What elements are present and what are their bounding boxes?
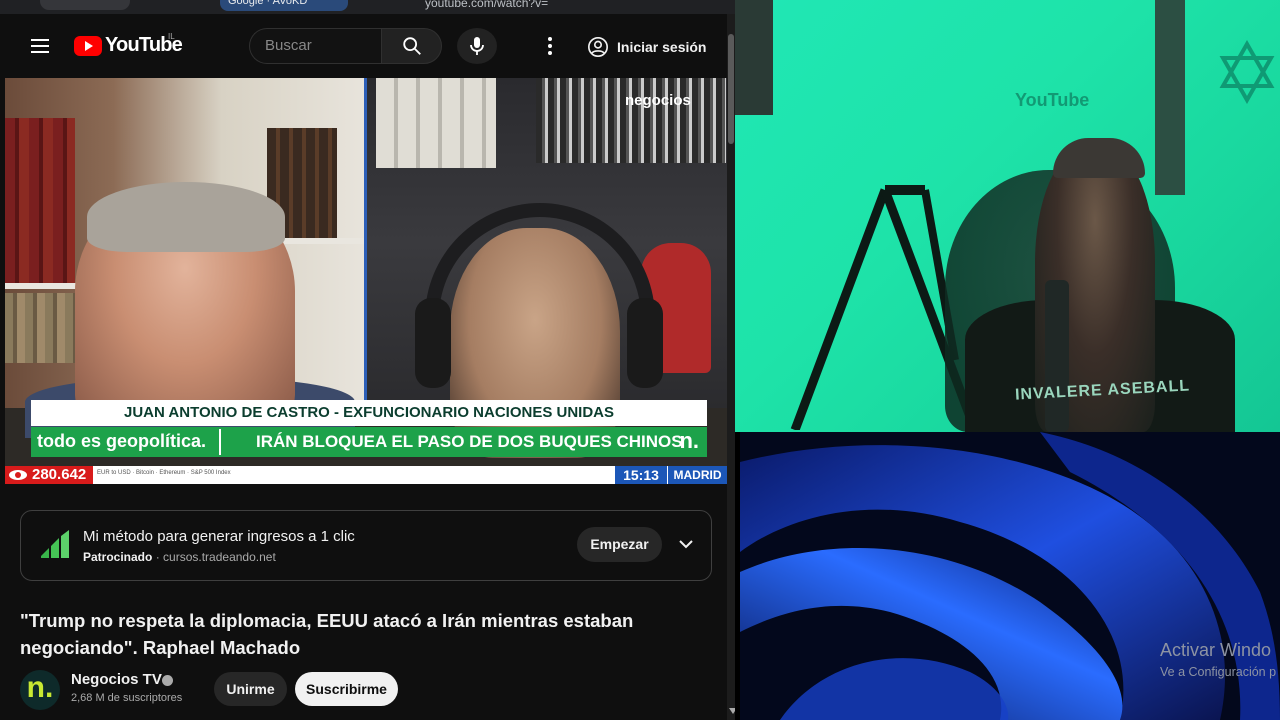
bookshelf-books [5, 118, 75, 288]
browser-window: Google · AVoKD youtube.com/watch?v= YouT… [0, 0, 735, 720]
menu-icon[interactable] [26, 36, 54, 56]
voice-search-button[interactable] [457, 28, 497, 64]
page-scrollbar[interactable] [727, 14, 735, 720]
brand-mark: n. [679, 428, 699, 453]
ad-domain: cursos.tradeando.net [163, 550, 276, 564]
news-ticker: 280.642 EUR to USD · Bitcoin · Ethereum … [5, 466, 727, 484]
microphone-stand [1045, 280, 1069, 432]
search-input[interactable]: Buscar [249, 28, 381, 64]
streamer-cap [1053, 138, 1145, 178]
program-tag: todo es geopolítica. [37, 431, 207, 451]
youtube-play-icon [74, 35, 102, 56]
channel-avatar[interactable]: n. [20, 670, 60, 710]
lower-third-name: JUAN ANTONIO DE CASTRO - EXFUNCIONARIO N… [31, 400, 707, 426]
ad-cta-button[interactable]: Empezar [577, 527, 662, 562]
browser-tab-google[interactable]: Google · AVoKD [220, 0, 348, 11]
split-divider [364, 78, 367, 408]
subscriber-count: 2,68 M de suscriptores [71, 692, 183, 704]
headline-separator [219, 429, 221, 455]
video-title: "Trump no respeta la diplomacia, EEUU at… [20, 610, 634, 658]
ad-meta-separator: · [155, 550, 164, 564]
viewer-count: 280.642 [5, 466, 93, 484]
youtube-logo[interactable]: YouTube IL [74, 32, 183, 57]
channel-name[interactable]: Negocios TV [71, 671, 162, 688]
wall-poster [735, 0, 773, 115]
sponsored-ad-card[interactable]: Mi método para generar ingresos a 1 clic… [20, 510, 712, 581]
desktop-wallpaper: Activar Windo Ve a Configuración p [740, 432, 1280, 720]
channel-row: n. Negocios TV 2,68 M de suscriptores Un… [20, 670, 720, 710]
background-youtube-mark: YouTube [1015, 90, 1090, 110]
headphones-left [415, 298, 451, 388]
country-code: IL [168, 32, 175, 41]
headline-text: IRÁN BLOQUEA EL PASO DE DOS BUQUES CHINO… [256, 432, 683, 451]
ad-logo-icon [41, 530, 69, 558]
browser-toolbar: Google · AVoKD youtube.com/watch?v= [0, 0, 735, 14]
ticker-clock: 15:13 [615, 466, 667, 484]
address-bar[interactable]: youtube.com/watch?v= [425, 0, 548, 10]
signin-button[interactable]: Iniciar sesión [579, 30, 718, 64]
youtube-header: YouTube IL Buscar Iniciar sesión [0, 14, 735, 78]
account-icon [588, 37, 608, 57]
ad-meta: Patrocinado · cursos.tradeando.net [83, 550, 276, 564]
ad-title[interactable]: Mi método para generar ingresos a 1 clic [83, 528, 355, 545]
search-icon [402, 37, 421, 55]
viewer-count-value: 280.642 [32, 466, 87, 483]
verified-icon [162, 675, 173, 686]
ticker-city: MADRID [667, 466, 727, 484]
webcam-feed: YouTube INVALERE ASEBALL [735, 0, 1280, 432]
headphones-right [627, 298, 663, 388]
signin-label: Iniciar sesión [617, 39, 707, 55]
ticker-items: EUR to USD · Bitcoin · Ethereum · S&P 50… [97, 470, 231, 476]
search-bar: Buscar [249, 28, 442, 64]
lower-third-headline: todo es geopolítica. IRÁN BLOQUEA EL PAS… [31, 427, 707, 457]
join-button[interactable]: Unirme [214, 672, 287, 706]
guest-hair [87, 182, 285, 252]
scrollbar-thumb[interactable] [728, 34, 734, 144]
microphone-icon [470, 37, 484, 55]
hanging-banner [1155, 0, 1185, 195]
binders [376, 78, 496, 168]
search-button[interactable] [381, 28, 442, 64]
bookshelf-books [536, 78, 726, 163]
channel-watermark: negocios [625, 92, 691, 109]
star-of-david-icon [1219, 40, 1275, 104]
chevron-down-icon[interactable] [675, 533, 697, 555]
eye-icon [9, 470, 27, 480]
subscribe-button[interactable]: Suscribirme [295, 672, 398, 706]
activate-windows-subtitle: Ve a Configuración p [1160, 665, 1277, 679]
ad-sponsored-label: Patrocinado [83, 550, 153, 564]
more-options-icon[interactable] [540, 34, 560, 58]
screen: Google · AVoKD youtube.com/watch?v= YouT… [0, 0, 1280, 720]
video-player[interactable]: negocios JUAN ANTONIO DE CASTRO - EXFUNC… [5, 78, 727, 484]
activate-windows-title: Activar Windo [1160, 640, 1272, 660]
profile-pill[interactable] [40, 0, 130, 10]
